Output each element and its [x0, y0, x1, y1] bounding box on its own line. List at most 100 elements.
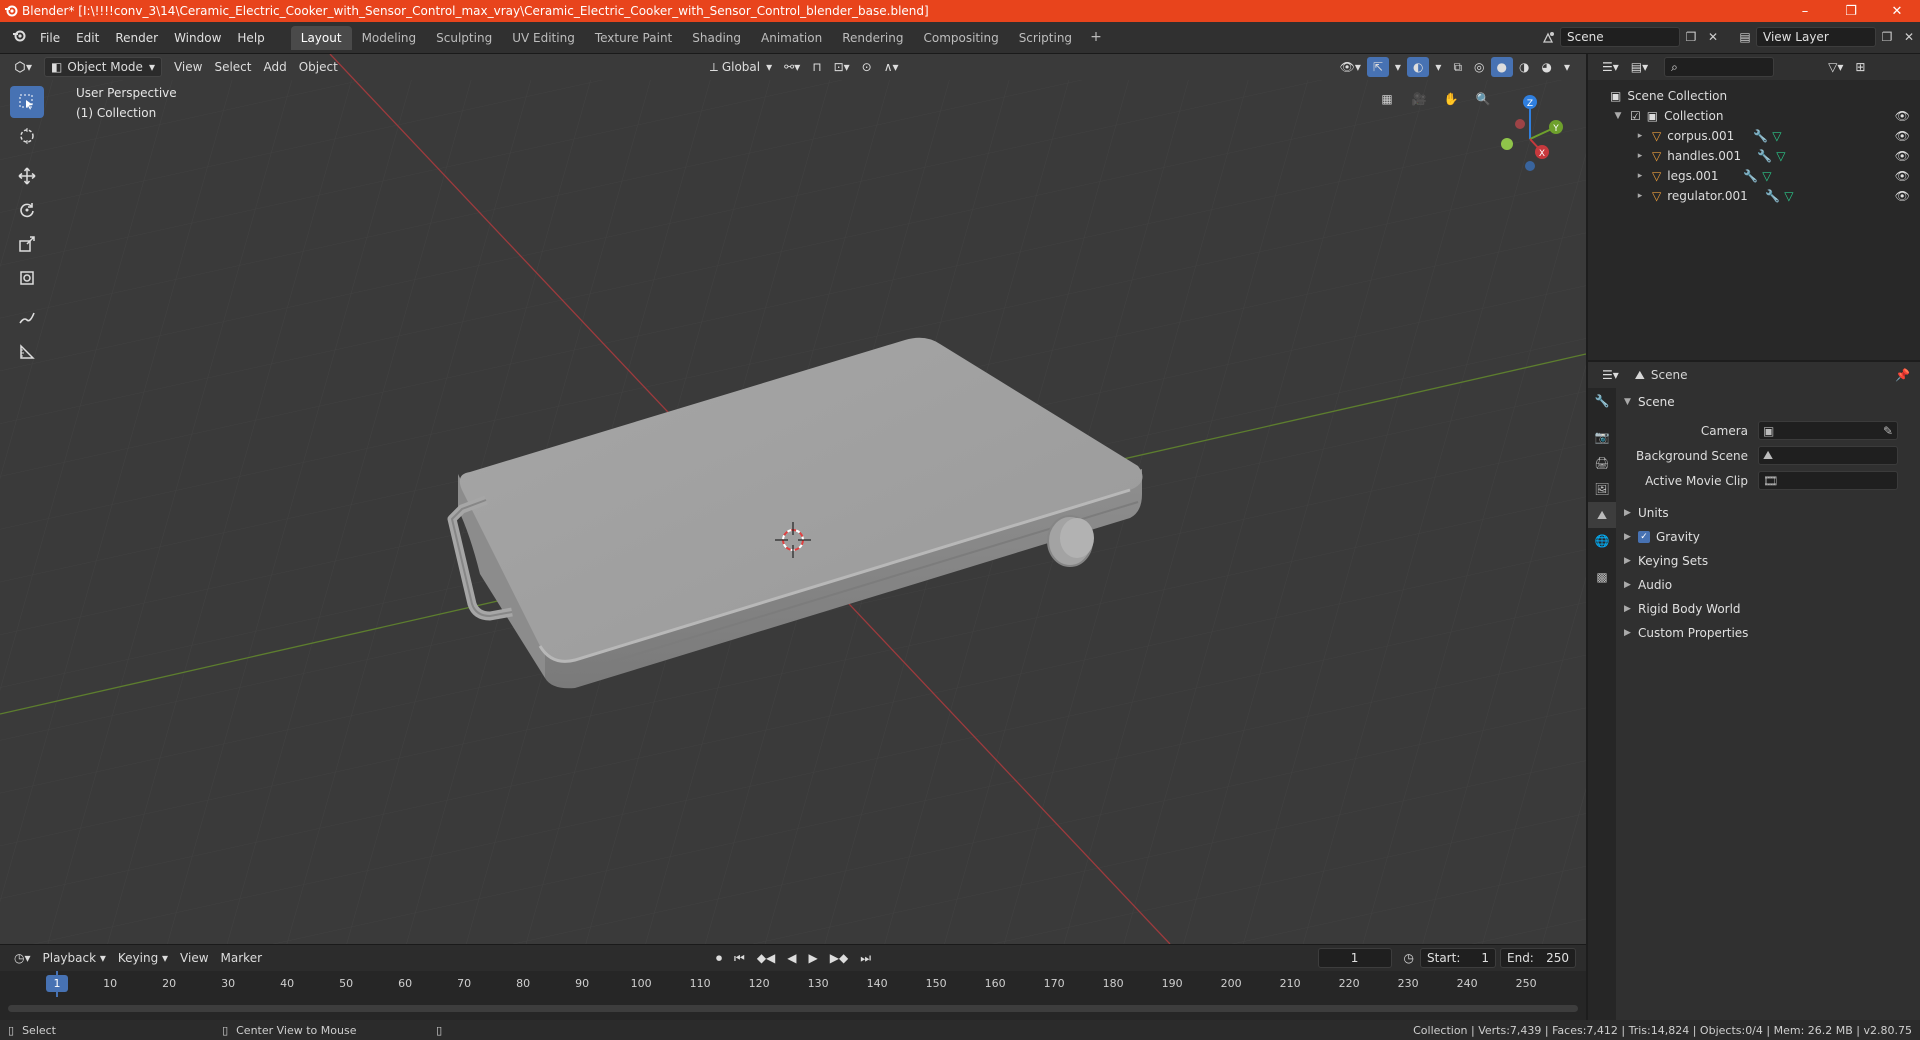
gravity-panel-header[interactable]: ▶ ✓ Gravity: [1618, 525, 1918, 549]
viewport-menu-view[interactable]: View: [168, 57, 208, 77]
expand-arrow-icon[interactable]: ▸: [1634, 151, 1646, 161]
expand-arrow-icon[interactable]: ▸: [1634, 171, 1646, 181]
end-frame-field[interactable]: End: 250: [1500, 948, 1576, 968]
close-button[interactable]: ✕: [1874, 0, 1920, 22]
navigation-gizmo[interactable]: Z Y X: [1470, 84, 1580, 184]
pan-hand-icon[interactable]: ✋: [1438, 86, 1464, 112]
properties-editor-type-icon[interactable]: ☰▾: [1596, 365, 1625, 385]
units-panel-header[interactable]: ▶ Units: [1618, 501, 1918, 525]
eyedropper-icon[interactable]: ✎: [1883, 424, 1893, 438]
snap-target-icon[interactable]: ⊡▾: [828, 57, 856, 77]
menu-edit[interactable]: Edit: [68, 28, 107, 48]
rotate-tool-icon[interactable]: [10, 194, 44, 226]
transform-tool-icon[interactable]: [10, 262, 44, 294]
3d-viewport[interactable]: ▾ ◧ Object Mode ▾ View Select Add Object…: [0, 54, 1586, 944]
tab-compositing[interactable]: Compositing: [913, 26, 1008, 50]
shading-dropdown-icon[interactable]: ▾: [1558, 57, 1576, 77]
collection-checkbox[interactable]: ☑: [1630, 109, 1641, 123]
timeline-ruler[interactable]: 1 10 20 30 40 50 60 70 80 90 100 110 120 130 140 150 160…: [0, 971, 1586, 997]
world-tab-icon[interactable]: 🌐: [1588, 528, 1616, 554]
timeline-menu-view[interactable]: View: [174, 948, 214, 968]
menu-file[interactable]: File: [32, 28, 68, 48]
minimize-button[interactable]: –: [1782, 0, 1828, 22]
timeline-editor-type-icon[interactable]: ◷▾: [8, 948, 37, 968]
expand-arrow-icon[interactable]: ▸: [1634, 191, 1646, 201]
timeline-menu-playback[interactable]: Playback ▾: [37, 948, 112, 968]
falloff-icon[interactable]: ∧▾: [878, 57, 905, 77]
jump-start-icon[interactable]: ⏮: [728, 948, 751, 968]
play-reverse-icon[interactable]: ◀: [781, 948, 802, 968]
eye-icon[interactable]: 👁: [1895, 149, 1910, 163]
outliner-object-handles[interactable]: ▸ ▽ handles.001 🔧 ▽ 👁: [1588, 146, 1920, 166]
outliner-collection[interactable]: ▼ ☑ ▣ Collection 👁: [1588, 106, 1920, 126]
expand-arrow-icon[interactable]: ▼: [1612, 111, 1624, 121]
tab-modeling[interactable]: Modeling: [352, 26, 427, 50]
tab-rendering[interactable]: Rendering: [832, 26, 913, 50]
eye-icon[interactable]: 👁: [1895, 189, 1910, 203]
current-frame-field[interactable]: 1: [1317, 948, 1392, 968]
eye-icon[interactable]: 👁: [1895, 169, 1910, 183]
rigid-body-world-panel-header[interactable]: ▶ Rigid Body World: [1618, 597, 1918, 621]
timeline-menu-marker[interactable]: Marker: [215, 948, 268, 968]
outliner-object-regulator[interactable]: ▸ ▽ regulator.001 🔧 ▽ 👁: [1588, 186, 1920, 206]
select-box-tool-icon[interactable]: [10, 86, 44, 118]
eye-icon[interactable]: 👁: [1895, 129, 1910, 143]
keying-sets-panel-header[interactable]: ▶ Keying Sets: [1618, 549, 1918, 573]
eye-icon[interactable]: 👁: [1895, 109, 1910, 123]
view-layer-tab-icon[interactable]: 🖼: [1588, 476, 1616, 502]
scale-tool-icon[interactable]: [10, 228, 44, 260]
menu-help[interactable]: Help: [229, 28, 272, 48]
editor-type-icon[interactable]: ▾: [8, 57, 38, 77]
scene-delete-icon[interactable]: ✕: [1702, 27, 1724, 47]
start-frame-field[interactable]: Start: 1: [1420, 948, 1496, 968]
visibility-icon[interactable]: 👁▾: [1334, 57, 1367, 77]
audio-panel-header[interactable]: ▶ Audio: [1618, 573, 1918, 597]
timeline-menu-keying[interactable]: Keying ▾: [112, 948, 174, 968]
shading-material-icon[interactable]: ◑: [1513, 57, 1535, 77]
overlay-dropdown-icon[interactable]: ▾: [1429, 57, 1447, 77]
view-layer-delete-icon[interactable]: ✕: [1898, 27, 1920, 47]
gizmo-toggle-icon[interactable]: ⇱: [1366, 57, 1389, 77]
scene-icon[interactable]: [1538, 27, 1560, 47]
record-icon[interactable]: ⏺: [710, 948, 728, 968]
tab-shading[interactable]: Shading: [682, 26, 751, 50]
outliner-object-legs[interactable]: ▸ ▽ legs.001 🔧 ▽ 👁: [1588, 166, 1920, 186]
view-layer-icon[interactable]: ▤: [1734, 27, 1756, 47]
transform-orientation-dropdown[interactable]: ⟂ Global ▾: [704, 57, 778, 77]
object-mode-dropdown[interactable]: ◧ Object Mode ▾: [44, 57, 162, 77]
outliner-object-corpus[interactable]: ▸ ▽ corpus.001 🔧 ▽ 👁: [1588, 126, 1920, 146]
pin-icon[interactable]: 📌: [1895, 368, 1910, 382]
play-icon[interactable]: ▶: [803, 948, 824, 968]
tab-uv-editing[interactable]: UV Editing: [502, 26, 585, 50]
viewport-menu-select[interactable]: Select: [208, 57, 257, 77]
outliner-scene-collection[interactable]: ▣ Scene Collection: [1588, 86, 1920, 106]
proportional-edit-icon[interactable]: ⊙: [856, 57, 878, 77]
viewport-menu-add[interactable]: Add: [257, 57, 292, 77]
camera-view-icon[interactable]: 🎥: [1406, 86, 1432, 112]
output-tab-icon[interactable]: 🖨: [1588, 450, 1616, 476]
prev-keyframe-icon[interactable]: ◆◀: [751, 948, 781, 968]
gizmo-dropdown-icon[interactable]: ▾: [1389, 57, 1407, 77]
tab-sculpting[interactable]: Sculpting: [426, 26, 502, 50]
measure-tool-icon[interactable]: [10, 336, 44, 368]
snap-icon[interactable]: ⊓: [806, 57, 827, 77]
cursor-tool-icon[interactable]: [10, 120, 44, 152]
display-mode-icon[interactable]: ▤▾: [1625, 57, 1654, 77]
scene-tab-icon[interactable]: ⛰: [1588, 502, 1616, 528]
jump-end-icon[interactable]: ⏭: [854, 948, 877, 968]
move-tool-icon[interactable]: [10, 160, 44, 192]
tab-animation[interactable]: Animation: [751, 26, 832, 50]
add-workspace-button[interactable]: +: [1082, 26, 1110, 50]
maximize-button[interactable]: ❐: [1828, 0, 1874, 22]
filter-icon[interactable]: ▽▾: [1822, 57, 1849, 77]
shading-solid-icon[interactable]: ●: [1490, 57, 1513, 77]
xray-icon[interactable]: ⧉: [1447, 57, 1468, 77]
outliner-search-input[interactable]: ⌕: [1664, 57, 1775, 77]
overlay-toggle-icon[interactable]: ◐: [1406, 57, 1430, 77]
shading-wireframe-icon[interactable]: ◎: [1468, 57, 1490, 77]
view-layer-new-icon[interactable]: ❐: [1876, 27, 1898, 47]
tab-scripting[interactable]: Scripting: [1009, 26, 1082, 50]
next-keyframe-icon[interactable]: ▶◆: [824, 948, 854, 968]
blender-menu-icon[interactable]: [6, 26, 32, 49]
expand-arrow-icon[interactable]: ▸: [1634, 131, 1646, 141]
